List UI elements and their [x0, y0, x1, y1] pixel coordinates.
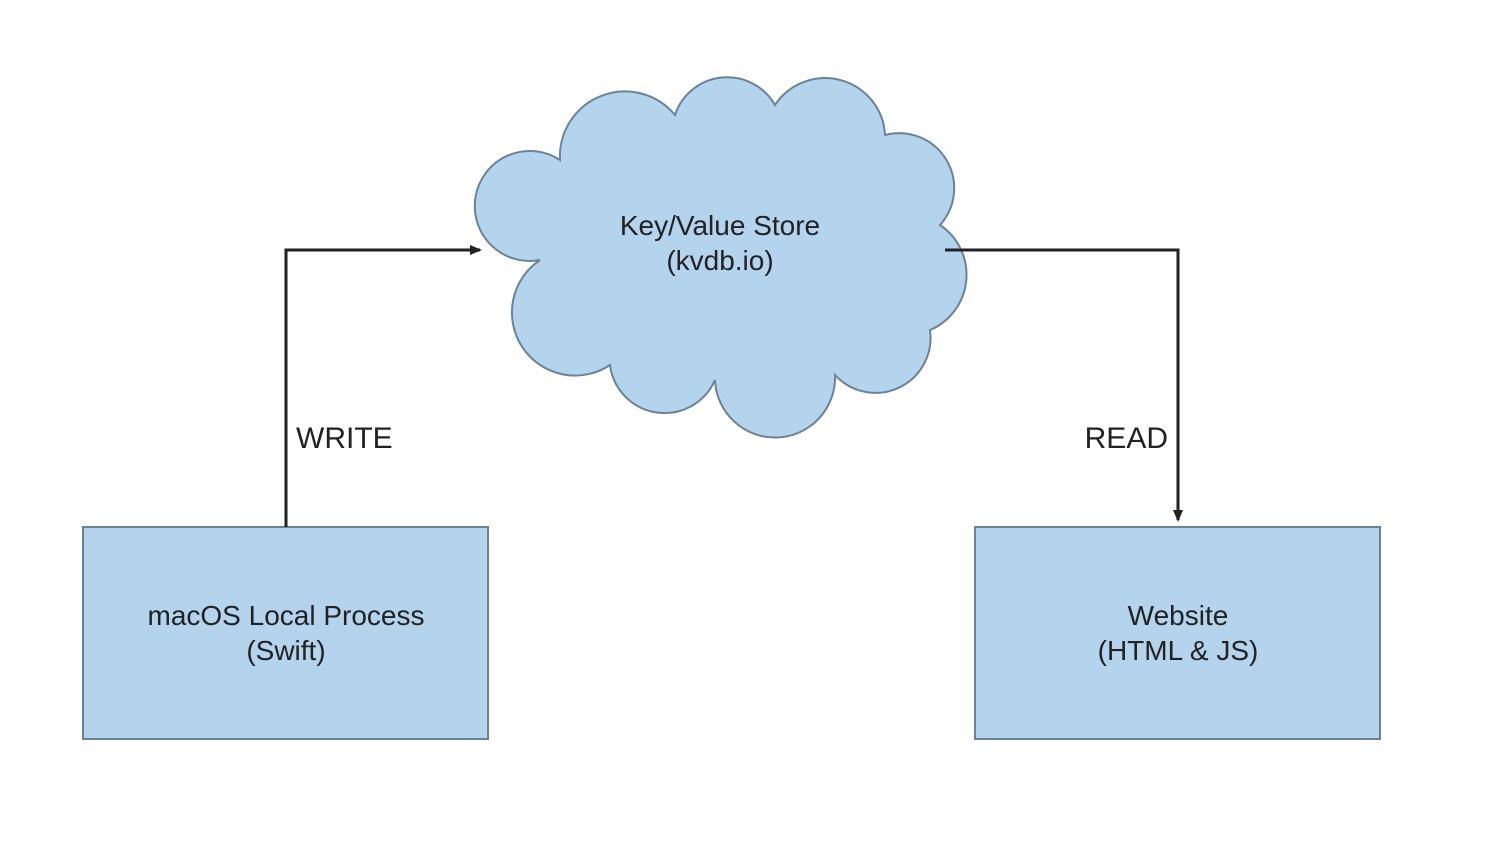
- read-edge: READ: [945, 250, 1178, 520]
- cloud-node: Key/Value Store (kvdb.io): [475, 77, 967, 437]
- cloud-title: Key/Value Store: [620, 210, 820, 241]
- read-label: READ: [1085, 422, 1168, 455]
- left-box-rect: [83, 527, 488, 739]
- left-box-subtitle: (Swift): [246, 635, 325, 666]
- read-arrow: [945, 250, 1178, 520]
- write-edge: WRITE: [286, 250, 480, 527]
- right-box-rect: [975, 527, 1380, 739]
- architecture-diagram: Key/Value Store (kvdb.io) macOS Local Pr…: [0, 0, 1500, 842]
- right-box-title: Website: [1128, 600, 1229, 631]
- left-box-title: macOS Local Process: [148, 600, 425, 631]
- right-box-node: Website (HTML & JS): [975, 527, 1380, 739]
- left-box-node: macOS Local Process (Swift): [83, 527, 488, 739]
- write-label: WRITE: [296, 422, 393, 455]
- cloud-subtitle: (kvdb.io): [666, 245, 773, 276]
- write-arrow: [286, 250, 480, 527]
- right-box-subtitle: (HTML & JS): [1098, 635, 1259, 666]
